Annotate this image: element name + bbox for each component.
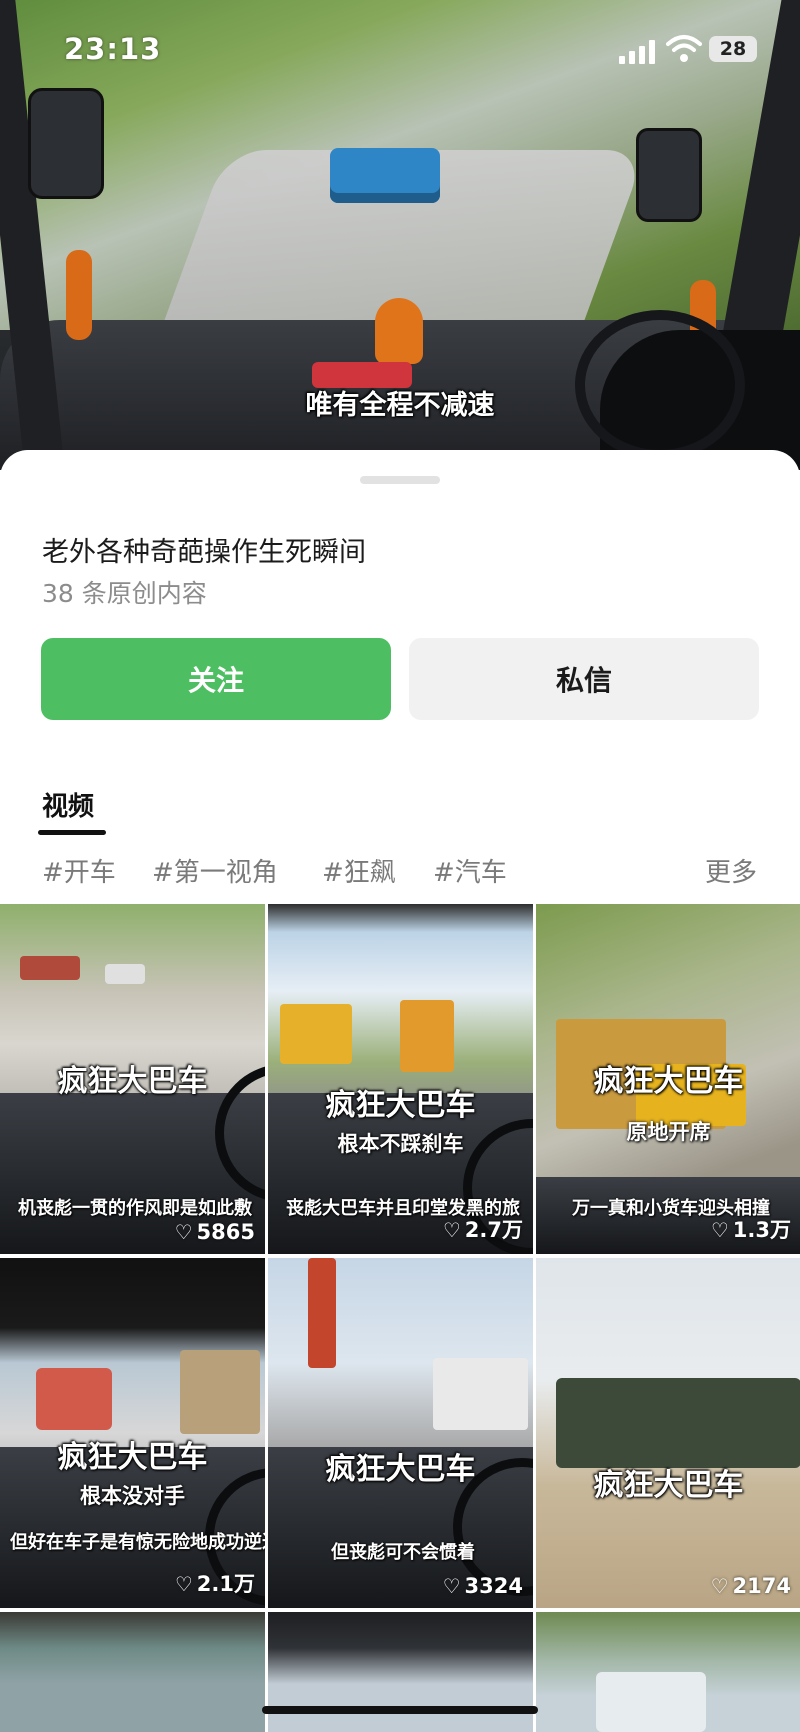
- video-subtitle: 根本没对手: [80, 1484, 185, 1508]
- garland-left: [66, 250, 92, 340]
- video-title: 疯狂大巴车: [593, 1064, 744, 1099]
- video-title: 疯狂大巴车: [57, 1440, 208, 1475]
- video-title: 疯狂大巴车: [325, 1088, 476, 1123]
- truck: [400, 1000, 454, 1072]
- tag-car[interactable]: #汽车: [433, 852, 507, 889]
- video-caption: 但好在车子是有惊无险地成功逆过: [10, 1532, 265, 1553]
- truck: [280, 1004, 352, 1064]
- garland-center: [375, 298, 423, 364]
- thumbnail-scene: [0, 1612, 265, 1732]
- video-caption: 但丧彪可不会惯着: [331, 1542, 475, 1563]
- video-title: 疯狂大巴车: [593, 1468, 744, 1503]
- video-subtitle: 根本不踩刹车: [337, 1132, 464, 1156]
- video-thumbnail[interactable]: 疯狂大巴车 但丧彪可不会惯着 ♡ 3324: [268, 1258, 533, 1608]
- follow-button[interactable]: 关注: [41, 638, 391, 720]
- tanker-truck: [433, 1358, 528, 1430]
- thumbnail-scene: [268, 1612, 533, 1732]
- content-count: 38 条原创内容: [42, 579, 207, 608]
- video-thumbnail[interactable]: 疯狂大巴车 根本不踩刹车 丧彪大巴车并且印堂发黑的旅 ♡ 2.7万: [268, 904, 533, 1254]
- bus: [596, 1672, 706, 1732]
- heart-outline-icon: ♡: [710, 1218, 729, 1242]
- truck: [180, 1350, 260, 1434]
- video-thumbnail[interactable]: [268, 1612, 533, 1732]
- video-title: 疯狂大巴车: [325, 1452, 476, 1487]
- tag-speeding[interactable]: #狂飙: [322, 852, 396, 889]
- roadside-vehicle: [20, 956, 80, 980]
- heart-outline-icon: ♡: [174, 1220, 193, 1244]
- like-count: ♡ 2174: [710, 1574, 791, 1598]
- heart-outline-icon: ♡: [710, 1574, 729, 1598]
- home-indicator[interactable]: [262, 1706, 538, 1714]
- mirror-left: [28, 88, 104, 199]
- video-thumbnail[interactable]: 疯狂大巴车 ♡ 2174: [536, 1258, 800, 1608]
- wifi-icon: [666, 35, 702, 62]
- video-thumbnail[interactable]: [536, 1612, 800, 1732]
- tab-active-indicator: [38, 830, 106, 835]
- roadside-vehicle: [105, 964, 145, 984]
- like-count: ♡ 2.1万: [174, 1572, 255, 1596]
- video-title: 疯狂大巴车: [57, 1064, 208, 1099]
- mirror-right: [636, 128, 702, 222]
- tag-drive[interactable]: #开车: [42, 852, 116, 889]
- tag-first-person[interactable]: #第一视角: [152, 852, 278, 889]
- status-time: 23:13: [64, 32, 162, 66]
- garland: [308, 1258, 336, 1368]
- heart-outline-icon: ♡: [174, 1572, 193, 1596]
- sheet-drag-handle[interactable]: [360, 476, 440, 484]
- like-count: ♡ 3324: [442, 1574, 523, 1598]
- bus: [36, 1368, 112, 1430]
- video-subtitle: 原地开席: [626, 1120, 711, 1144]
- video-thumbnail[interactable]: 疯狂大巴车 机丧彪一贯的作风即是如此敷 ♡ 5865: [0, 904, 265, 1254]
- message-button[interactable]: 私信: [409, 638, 759, 720]
- battery-icon: 28: [709, 36, 757, 62]
- video-preview[interactable]: 唯有全程不减速: [0, 0, 800, 470]
- like-count: ♡ 5865: [174, 1220, 255, 1244]
- video-thumbnail[interactable]: 疯狂大巴车 原地开席 万一真和小货车迎头相撞 ♡ 1.3万: [536, 904, 800, 1254]
- cellular-signal-icon: [619, 40, 657, 64]
- like-count: ♡ 2.7万: [442, 1218, 523, 1242]
- like-count: ♡ 1.3万: [710, 1218, 791, 1242]
- oncoming-bus: [330, 148, 440, 203]
- profile-title: 老外各种奇葩操作生死瞬间: [42, 537, 366, 568]
- video-caption: 唯有全程不减速: [305, 390, 495, 421]
- video-thumbnail[interactable]: 疯狂大巴车 根本没对手 但好在车子是有惊无险地成功逆过 ♡ 2.1万: [0, 1258, 265, 1608]
- heart-outline-icon: ♡: [442, 1574, 461, 1598]
- heart-outline-icon: ♡: [442, 1218, 461, 1242]
- bus: [556, 1378, 800, 1468]
- video-caption: 机丧彪一贯的作风即是如此敷: [18, 1198, 252, 1219]
- tab-videos[interactable]: 视频: [42, 786, 94, 823]
- tags-more-link[interactable]: 更多: [705, 852, 757, 889]
- video-thumbnail[interactable]: [0, 1612, 265, 1732]
